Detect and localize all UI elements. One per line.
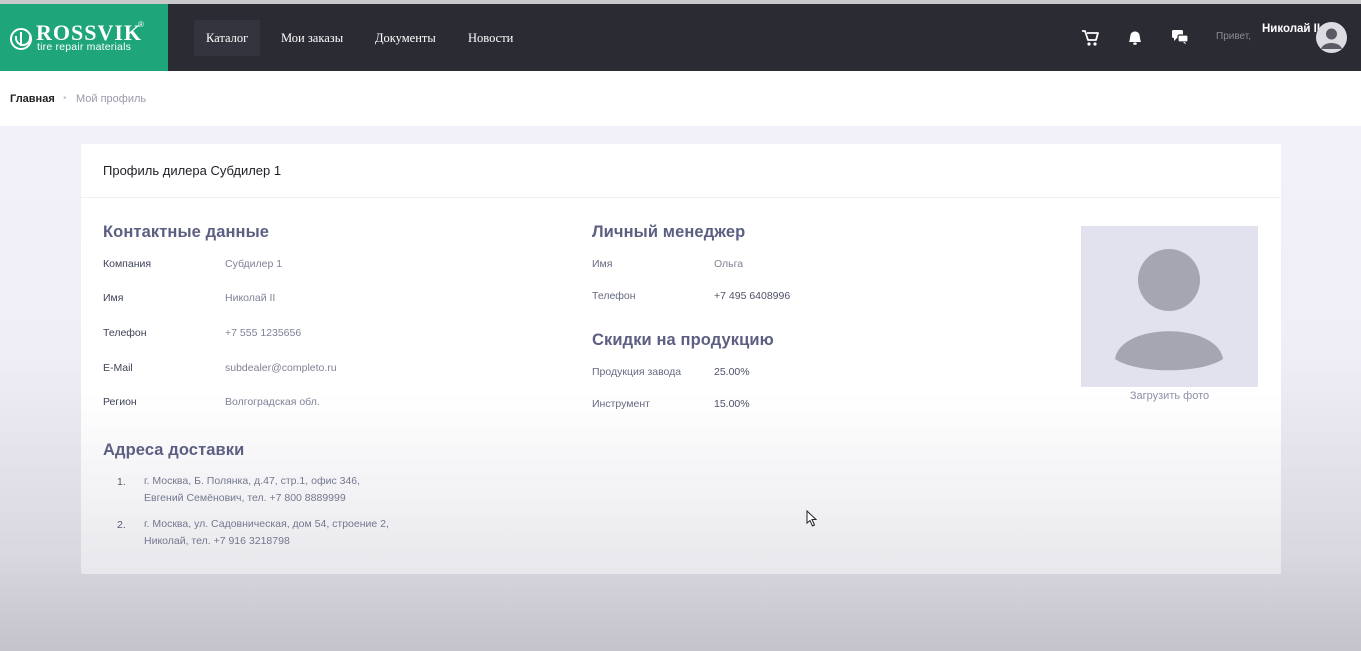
breadcrumb-current: Мой профиль: [76, 93, 147, 105]
contact-value-name: Николай II: [225, 292, 276, 304]
logo-icon: [10, 28, 32, 50]
breadcrumb: Главная • Мой профиль: [0, 71, 1361, 126]
address-line: г. Москва, Б. Полянка, д.47, стр.1, офис…: [144, 475, 361, 487]
contact-label-name: Имя: [103, 292, 124, 304]
nav-item-documents[interactable]: Документы: [363, 20, 448, 56]
address-line: Николай, тел. +7 916 3218798: [144, 535, 290, 547]
address-line: г. Москва, ул. Садовническая, дом 54, ст…: [144, 518, 389, 530]
contact-value-email: subdealer@completo.ru: [225, 362, 337, 374]
manager-label-phone: Телефон: [592, 290, 636, 302]
top-navbar: ROSSVIK ® tire repair materials Каталог …: [0, 4, 1361, 71]
logo[interactable]: ROSSVIK ® tire repair materials: [0, 4, 168, 71]
profile-card-header: Профиль дилера Субдилер 1: [81, 144, 1281, 198]
address-item: г. Москва, Б. Полянка, д.47, стр.1, офис…: [144, 473, 464, 507]
breadcrumb-home[interactable]: Главная: [10, 93, 55, 105]
user-avatar-icon[interactable]: [1316, 22, 1347, 53]
discount-label-tools: Инструмент: [592, 398, 650, 410]
manager-label-name: Имя: [592, 258, 613, 270]
nav-item-news[interactable]: Новости: [456, 20, 525, 56]
manager-value-name: Ольга: [714, 258, 744, 270]
logo-registered-mark: ®: [138, 20, 144, 29]
address-line: Евгений Семёнович, тел. +7 800 8889999: [144, 492, 346, 504]
nav-item-catalog[interactable]: Каталог: [194, 20, 261, 56]
address-number: 2.: [117, 519, 126, 531]
address-item: г. Москва, ул. Садовническая, дом 54, ст…: [144, 516, 464, 550]
user-silhouette-icon: [1115, 249, 1223, 371]
manager-value-phone: +7 495 6408996: [714, 290, 791, 302]
contact-value-region: Волгоградская обл.: [225, 396, 320, 408]
manager-section-title: Личный менеджер: [592, 223, 746, 241]
profile-card: Профиль дилера Субдилер 1 Контактные дан…: [81, 144, 1281, 574]
user-name[interactable]: Николай II: [1262, 22, 1322, 37]
chat-icon[interactable]: [1170, 26, 1190, 48]
profile-photo-placeholder: [1081, 226, 1258, 387]
contact-label-company: Компания: [103, 258, 152, 270]
contact-value-company: Субдилер 1: [225, 258, 283, 270]
breadcrumb-separator: •: [63, 93, 67, 104]
contact-label-phone: Телефон: [103, 327, 147, 339]
address-number: 1.: [117, 476, 126, 488]
upload-photo-link[interactable]: Загрузить фото: [1081, 390, 1258, 402]
page-title: Профиль дилера Субдилер 1: [103, 163, 282, 178]
greeting-text: Привет,: [1216, 31, 1252, 42]
discount-value-factory: 25.00%: [714, 366, 750, 378]
bell-icon[interactable]: [1125, 26, 1145, 48]
contact-value-phone: +7 555 1235656: [225, 327, 302, 339]
contact-label-region: Регион: [103, 396, 137, 408]
contact-label-email: E-Mail: [103, 362, 133, 374]
discount-value-tools: 15.00%: [714, 398, 750, 410]
addresses-section-title: Адреса доставки: [103, 441, 245, 459]
discount-label-factory: Продукция завода: [592, 366, 682, 378]
contacts-section-title: Контактные данные: [103, 223, 270, 241]
cart-icon[interactable]: [1080, 26, 1100, 48]
mouse-cursor-icon: [806, 509, 818, 528]
logo-subtitle: tire repair materials: [37, 41, 132, 53]
nav-item-my-orders[interactable]: Мои заказы: [269, 20, 355, 56]
discounts-section-title: Скидки на продукцию: [592, 331, 774, 349]
